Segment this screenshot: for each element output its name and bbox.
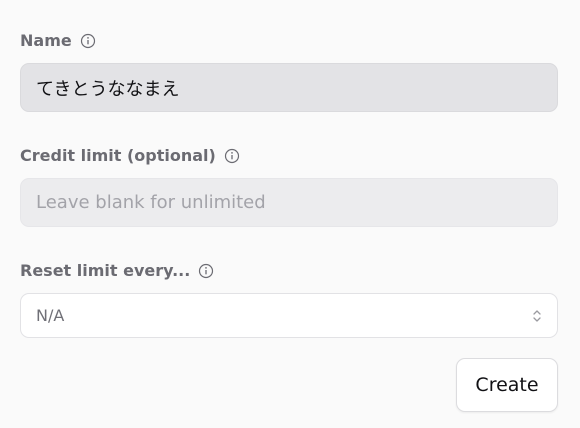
info-icon[interactable] [198,263,214,279]
credit-limit-placeholder: Leave blank for unlimited [36,192,266,213]
name-label: Name [20,31,72,50]
credit-limit-input[interactable]: Leave blank for unlimited [20,178,558,227]
name-label-row: Name [20,31,96,50]
chevron-up-down-icon [533,309,541,322]
info-icon[interactable] [224,148,240,164]
info-icon[interactable] [80,33,96,49]
reset-limit-label: Reset limit every... [20,261,191,280]
credit-limit-label-row: Credit limit (optional) [20,146,240,165]
create-button[interactable]: Create [456,358,558,412]
reset-limit-select[interactable]: N/A [20,293,558,338]
name-input-value: てきとうななまえ [36,78,180,100]
reset-limit-label-row: Reset limit every... [20,261,214,280]
credit-limit-label: Credit limit (optional) [20,146,216,165]
reset-limit-selected-value: N/A [36,306,65,325]
name-input[interactable]: てきとうななまえ [20,63,558,112]
